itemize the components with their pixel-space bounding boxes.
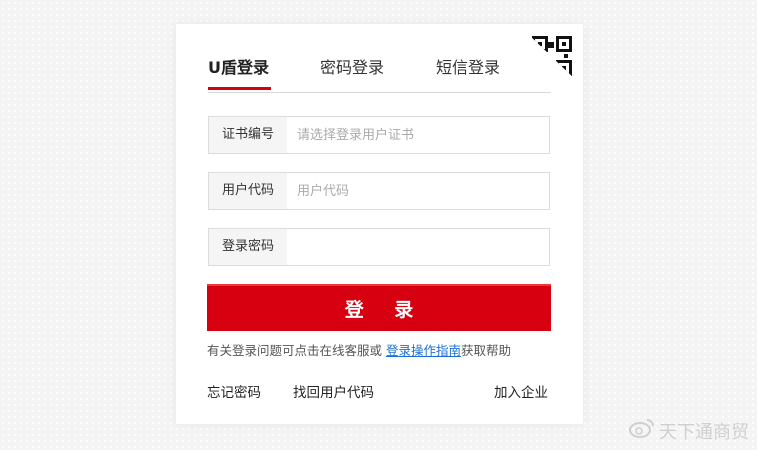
password-label: 登录密码 xyxy=(209,229,287,265)
user-code-label: 用户代码 xyxy=(209,173,287,209)
cert-label: 证书编号 xyxy=(209,117,287,153)
tab-password-login[interactable]: 密码登录 xyxy=(320,58,384,90)
help-text: 有关登录问题可点击在线客服或 登录操作指南获取帮助 xyxy=(207,340,567,359)
password-input[interactable] xyxy=(297,229,537,265)
cert-input[interactable] xyxy=(297,117,537,153)
watermark: 天下通商贸 xyxy=(629,417,749,444)
user-code-field: 用户代码 xyxy=(208,172,550,210)
retrieve-user-code-link[interactable]: 找回用户代码 xyxy=(293,381,374,401)
user-code-input[interactable] xyxy=(297,173,537,209)
login-button[interactable]: 登 录 xyxy=(207,284,551,331)
tab-sms-login[interactable]: 短信登录 xyxy=(436,58,500,90)
password-field: 登录密码 xyxy=(208,228,550,266)
cert-field: 证书编号 xyxy=(208,116,550,154)
weibo-icon xyxy=(629,417,655,444)
forgot-password-link[interactable]: 忘记密码 xyxy=(207,381,261,401)
tab-ukey-login[interactable]: U盾登录 xyxy=(208,58,271,90)
help-suffix: 获取帮助 xyxy=(461,343,512,358)
login-tabs: U盾登录 密码登录 短信登录 xyxy=(208,52,551,93)
help-prefix: 有关登录问题可点击在线客服或 xyxy=(207,343,386,358)
join-company-link[interactable]: 加入企业 xyxy=(494,381,548,401)
login-card: U盾登录 密码登录 短信登录 证书编号 用户代码 登录密码 登 录 有关登录问题… xyxy=(176,24,583,424)
watermark-text: 天下通商贸 xyxy=(659,421,749,443)
login-guide-link[interactable]: 登录操作指南 xyxy=(386,343,461,358)
